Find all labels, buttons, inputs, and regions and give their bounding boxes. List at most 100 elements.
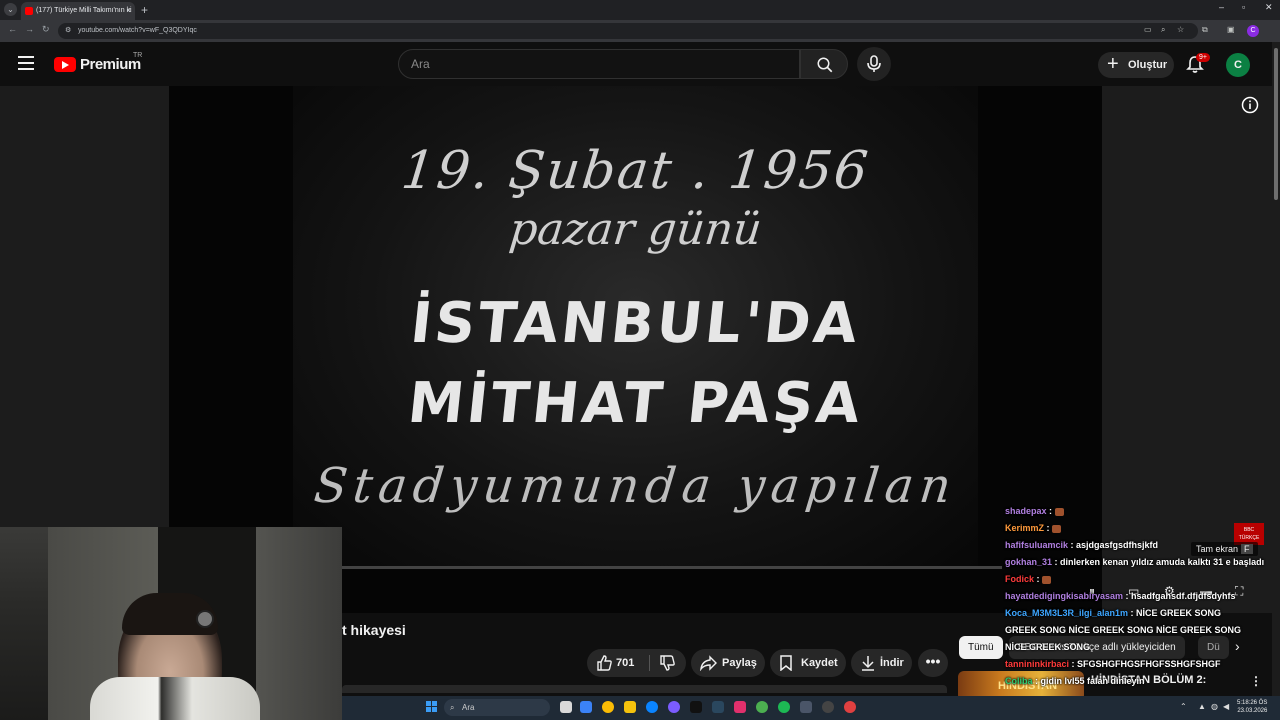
browser-profile-avatar[interactable]: C: [1247, 25, 1259, 37]
voice-search-button[interactable]: [857, 47, 891, 81]
chat-username: tannininkirbaci: [1005, 659, 1070, 669]
tab-search-button[interactable]: ⌄: [4, 3, 17, 16]
cast-icon[interactable]: ▭: [1144, 25, 1152, 34]
film-title-city: İSTANBUL'DA: [407, 291, 864, 356]
chat-emote-icon: [1042, 575, 1052, 584]
chat-text: : NİCE GREEK SONG: [1128, 608, 1222, 618]
chat-message: shadepax :: [1005, 503, 1280, 520]
new-tab-button[interactable]: +: [141, 3, 148, 17]
taskbar-time: 5:18:26 ÖS: [1237, 700, 1268, 706]
tray-chevron-icon[interactable]: ⌃: [1180, 702, 1187, 711]
description-box[interactable]: [342, 685, 947, 693]
share-button[interactable]: Paylaş: [691, 649, 765, 677]
webcam-overlay: [0, 527, 342, 720]
youtube-premium-logo[interactable]: Premium: [54, 55, 141, 73]
menu-icon[interactable]: [18, 56, 34, 70]
search-icon: [817, 57, 833, 73]
chip-all[interactable]: Tümü: [959, 636, 1003, 659]
zoom-icon[interactable]: ⌕: [1161, 25, 1165, 35]
volume-icon[interactable]: ◀: [1223, 702, 1229, 711]
chat-message: hafifsuluamcik : asjdgasfgsdfhsjkfd: [1005, 537, 1280, 554]
chat-separator: :: [1044, 523, 1053, 533]
discord-icon[interactable]: [668, 701, 680, 713]
tiktok-icon[interactable]: [690, 701, 702, 713]
film-title-stadium: MİTHAT PAŞA: [404, 371, 867, 436]
chat-username: shadepax: [1005, 506, 1047, 516]
reload-icon[interactable]: ↻: [42, 24, 50, 35]
dislike-button[interactable]: [650, 649, 686, 677]
search-input[interactable]: Ara: [398, 49, 800, 79]
tab-close-icon[interactable]: ×: [126, 2, 131, 20]
plus-icon: +: [1107, 53, 1119, 75]
youtube-favicon-icon: [25, 7, 33, 15]
notification-badge: 9+: [1196, 53, 1210, 62]
logo-region-code: TR: [133, 52, 143, 59]
back-icon[interactable]: ←: [8, 24, 17, 34]
film-title-caption: Stadyumunda yapılan: [311, 458, 960, 514]
obs-icon[interactable]: [756, 701, 768, 713]
like-button[interactable]: 701: [587, 649, 649, 677]
app-icon-3[interactable]: [822, 701, 834, 713]
save-button[interactable]: Kaydet: [770, 649, 846, 677]
download-label: İndir: [880, 657, 904, 669]
steam-icon[interactable]: [712, 701, 724, 713]
chat-username: hayatdedigingkisabiryasam: [1005, 591, 1124, 601]
download-icon: [862, 656, 874, 671]
download-button[interactable]: İndir: [851, 649, 912, 677]
video-progress-bar[interactable]: [342, 566, 1002, 569]
chat-username: KerimmZ: [1005, 523, 1045, 533]
task-view-icon[interactable]: [560, 701, 572, 713]
youtube-header: Premium TR Ara + Oluştur 9+ C: [0, 42, 1280, 86]
app-icon[interactable]: [734, 701, 746, 713]
close-window-button[interactable]: ✕: [1265, 2, 1273, 13]
chat-text: : asjdgasfgsdfhsjkfd: [1068, 540, 1159, 550]
copilot-icon[interactable]: [580, 701, 592, 713]
search-button[interactable]: [800, 49, 848, 79]
url-field[interactable]: ⚙ youtube.com/watch?v=wF_Q3QDYIqc: [58, 23, 1198, 39]
thumbs-down-icon: [660, 655, 675, 671]
edge-icon[interactable]: [646, 701, 658, 713]
maximize-button[interactable]: ▫: [1242, 2, 1245, 12]
like-dislike-group: 701: [587, 649, 686, 677]
logo-text: Premium: [80, 55, 141, 73]
chat-message: tannininkirbaci : SFGSHGFHGSFHGFSSHGFSHG…: [1005, 656, 1280, 673]
taskbar-search-input[interactable]: ⌕ Ara: [444, 699, 550, 716]
chat-message: Fodick :: [1005, 571, 1280, 588]
chat-separator: :: [1046, 506, 1055, 516]
spotify-icon[interactable]: [778, 701, 790, 713]
chrome-icon[interactable]: [602, 701, 614, 713]
info-icon[interactable]: [1241, 96, 1259, 114]
more-actions-button[interactable]: •••: [918, 649, 948, 677]
app-icon-4[interactable]: [844, 701, 856, 713]
site-info-icon[interactable]: ⚙: [65, 23, 71, 39]
chat-text: NİCE GREEK SONG: [1005, 642, 1091, 652]
create-button[interactable]: + Oluştur: [1098, 52, 1174, 78]
url-text: youtube.com/watch?v=wF_Q3QDYIqc: [78, 27, 197, 34]
network-icon[interactable]: ◍: [1211, 702, 1218, 711]
webcam-person-shirt: [90, 677, 260, 720]
app-icon-2[interactable]: [800, 701, 812, 713]
tray-app-icon[interactable]: ▲: [1198, 702, 1206, 711]
forward-icon[interactable]: →: [25, 24, 34, 34]
file-explorer-icon[interactable]: [624, 701, 636, 713]
chat-emote-icon: [1054, 507, 1064, 516]
chat-text: : gidin lvl55 falan dinleyin: [1032, 676, 1145, 686]
page-scrollbar-thumb[interactable]: [1274, 48, 1278, 200]
taskbar-clock[interactable]: 5:18:26 ÖS 23.03.2026: [1237, 699, 1267, 715]
chat-username: gokhan_31: [1005, 557, 1053, 567]
bookmark-star-icon[interactable]: ☆: [1177, 25, 1184, 34]
avatar[interactable]: C: [1226, 53, 1250, 77]
chat-message: Koca_M3M3L3R_ilgi_alan1m : NİCE GREEK SO…: [1005, 605, 1280, 622]
youtube-play-icon: [54, 56, 76, 72]
minimize-button[interactable]: –: [1219, 2, 1224, 12]
chat-emote-icon: [1052, 524, 1062, 533]
chat-username: Koca_M3M3L3R_ilgi_alan1m: [1005, 608, 1129, 618]
extensions-icon[interactable]: ⧉: [1202, 25, 1208, 35]
video-title: t hikayesi: [342, 622, 406, 638]
address-bar-row: ← → ↻ ⚙ youtube.com/watch?v=wF_Q3QDYIqc …: [0, 20, 1280, 42]
windows-start-icon[interactable]: [426, 701, 437, 712]
browser-tab-active[interactable]: (177) Türkiye Milli Takımı'nın ki ×: [21, 2, 135, 20]
webcam-background-wall: [256, 527, 342, 720]
taskbar-date: 23.03.2026: [1237, 708, 1268, 714]
extension-icon[interactable]: ▣: [1227, 25, 1235, 34]
